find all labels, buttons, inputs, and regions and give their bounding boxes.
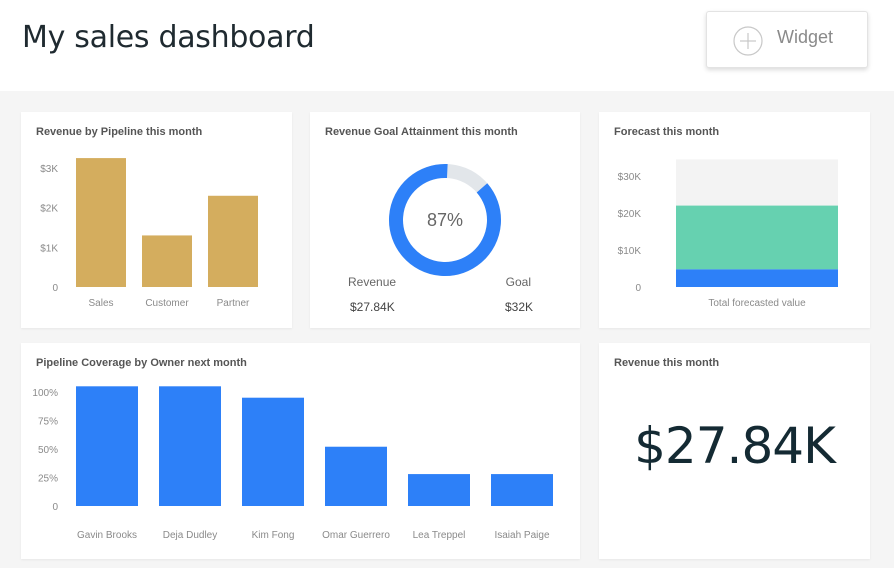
y-tick-label: $3K — [40, 164, 58, 175]
page-title: My sales dashboard — [22, 20, 315, 55]
pipeline-coverage-chart: 100% 75% 50% 25% 0 Gavin Brooks Deja Dudley Kim… — [32, 386, 553, 541]
bar — [76, 158, 126, 287]
y-tick-label: 0 — [52, 502, 58, 513]
y-tick-label: 100% — [32, 388, 58, 399]
bar — [159, 386, 221, 506]
y-tick-label: $30K — [618, 172, 642, 183]
revenue-by-pipeline-card[interactable]: Revenue by Pipeline this month $3K $2K $1K… — [21, 112, 292, 328]
goal-value: $32K — [505, 300, 533, 314]
bar — [325, 446, 387, 506]
donut-center-label: 87% — [427, 210, 463, 230]
y-tick-label: $1K — [40, 243, 58, 254]
y-tick-label: $20K — [618, 209, 642, 220]
bar — [408, 474, 470, 506]
y-tick-label: 50% — [38, 445, 58, 456]
dashboard-header: My sales dashboard Widget — [0, 0, 894, 91]
forecast-chart: $30K $20K $10K 0 Total forecasted value — [618, 159, 838, 309]
x-tick-label: Deja Dudley — [163, 530, 217, 541]
revenue-value: $27.84K — [350, 300, 395, 314]
x-tick-label: Lea Treppel — [413, 530, 466, 541]
x-tick-label: Partner — [217, 298, 250, 309]
x-tick-label: Omar Guerrero — [322, 530, 390, 541]
y-tick-label: $10K — [618, 246, 642, 257]
x-tick-label: Customer — [145, 298, 189, 309]
revenue-label: Revenue — [348, 275, 396, 289]
bar — [142, 235, 192, 287]
stacked-bar-segment — [676, 205, 838, 270]
x-tick-label: Sales — [88, 298, 113, 309]
y-tick-label: 0 — [635, 283, 641, 294]
bar — [208, 195, 258, 287]
revenue-goal-attainment-card[interactable]: Revenue Goal Attainment this month 87% Re… — [310, 112, 580, 328]
forecast-card[interactable]: Forecast this month $30K $20K $10K 0 Total f… — [599, 112, 870, 328]
y-tick-label: $2K — [40, 204, 58, 215]
x-tick-label: Total forecasted value — [708, 298, 806, 309]
goal-attainment-chart: 87% Revenue $27.84K Goal $32K — [348, 164, 533, 314]
plus-circle-icon — [733, 26, 763, 56]
y-tick-label: 75% — [38, 417, 58, 428]
stacked-bar-segment — [676, 269, 838, 287]
pipeline-coverage-card[interactable]: Pipeline Coverage by Owner next month 10… — [21, 343, 580, 559]
revenue-value: $27.84K — [634, 417, 836, 475]
revenue-by-pipeline-chart: $3K $2K $1K 0 Sales Customer Partner — [40, 158, 258, 309]
revenue-this-month-card[interactable]: Revenue this month $27.84K — [599, 343, 870, 559]
y-tick-label: 0 — [52, 283, 58, 294]
bar — [76, 386, 138, 506]
add-widget-button[interactable]: Widget — [706, 11, 868, 68]
bar — [242, 397, 304, 506]
x-tick-label: Kim Fong — [252, 530, 295, 541]
card-title: Revenue this month — [614, 357, 720, 369]
bar — [491, 474, 553, 506]
add-widget-label: Widget — [777, 27, 834, 47]
y-tick-label: 25% — [38, 474, 58, 485]
x-tick-label: Isaiah Paige — [494, 530, 549, 541]
goal-label: Goal — [506, 275, 531, 289]
x-tick-label: Gavin Brooks — [77, 530, 137, 541]
